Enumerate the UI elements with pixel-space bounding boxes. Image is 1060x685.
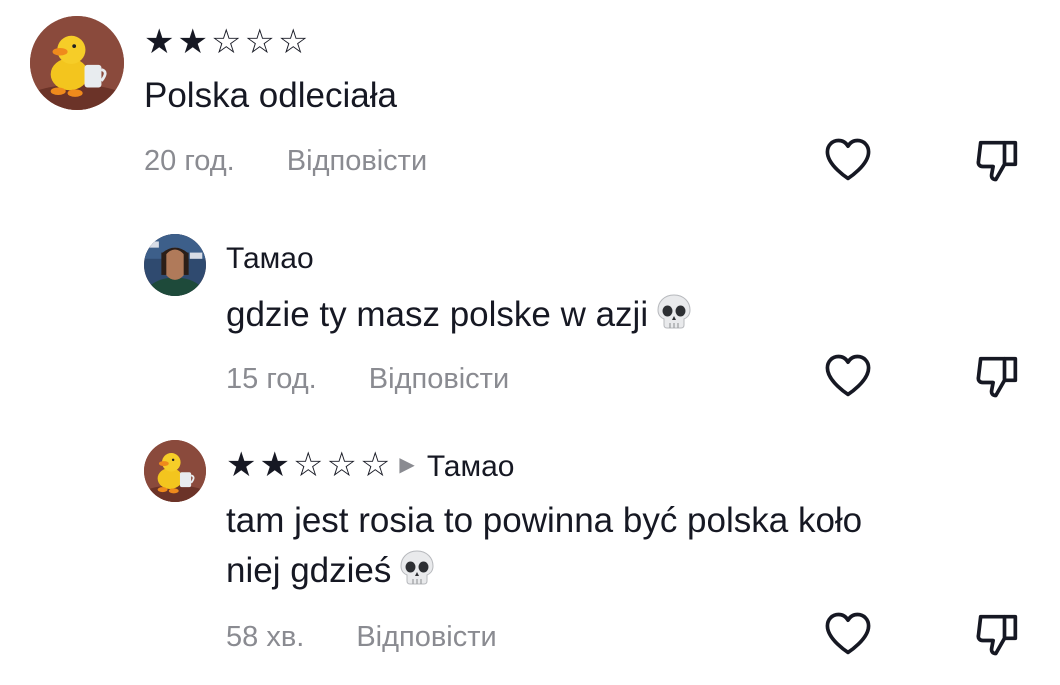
comment-header: ★★☆☆☆ ▶ Тамао (226, 448, 514, 484)
timestamp: 20 год. (144, 145, 235, 177)
like-button[interactable] (822, 134, 874, 186)
star-empty-icon: ☆ (210, 23, 245, 61)
comment-text: gdzie ty masz polske w azji (226, 290, 694, 340)
like-button[interactable] (822, 350, 874, 402)
comment-text-line: gdzie ty masz polske w azji (226, 295, 649, 334)
star-filled-icon: ★ (259, 446, 293, 484)
thumbs-down-outline-icon (976, 614, 1018, 656)
comment-meta: 20 год. Відповісти (144, 147, 427, 176)
skull-emoji (654, 292, 694, 332)
heart-outline-icon (825, 138, 871, 181)
star-empty-icon: ☆ (244, 23, 278, 61)
star-rating: ★★☆☆☆ (226, 446, 393, 484)
thumbs-down-outline-icon (976, 356, 1018, 398)
dislike-button[interactable] (972, 350, 1024, 402)
star-empty-icon: ☆ (277, 23, 312, 61)
comment-text-line: tam jest rosia to powinna być polska koł… (226, 501, 863, 540)
comment-text-line: niej gdzieś (226, 551, 392, 590)
timestamp: 58 хв. (226, 621, 305, 653)
comment-meta: 58 хв. Відповісти (226, 623, 497, 652)
avatar[interactable] (30, 16, 124, 110)
star-rating: ★★☆☆☆ (144, 25, 311, 59)
dislike-button[interactable] (972, 608, 1024, 660)
comment-text-line: Polska odleciała (144, 76, 397, 115)
skull-emoji (397, 548, 437, 588)
star-filled-icon: ★ (177, 23, 211, 61)
star-empty-icon: ☆ (326, 446, 360, 484)
reply-button[interactable]: Відповісти (369, 363, 509, 395)
thumbs-down-outline-icon (976, 140, 1018, 182)
comment-text: tam jest rosia to powinna być polska koł… (226, 496, 862, 596)
star-empty-icon: ☆ (359, 446, 394, 484)
heart-outline-icon (825, 354, 871, 397)
star-empty-icon: ☆ (292, 446, 327, 484)
caret-right-icon: ▶ (399, 454, 415, 476)
avatar[interactable] (144, 440, 206, 502)
reply-button[interactable]: Відповісти (287, 145, 427, 177)
heart-outline-icon (825, 612, 871, 655)
dislike-button[interactable] (972, 134, 1024, 186)
username[interactable]: Тамао (226, 244, 314, 274)
like-button[interactable] (822, 608, 874, 660)
avatar[interactable] (144, 234, 206, 296)
star-filled-icon: ★ (226, 446, 260, 484)
reply-button[interactable]: Відповісти (356, 621, 496, 653)
comment-text: Polska odleciała (144, 71, 397, 121)
reply-to-username[interactable]: Тамао (427, 450, 515, 483)
star-filled-icon: ★ (144, 23, 178, 61)
comment-meta: 15 год. Відповісти (226, 365, 509, 394)
comment-text-line-wrap: niej gdzieś (226, 546, 862, 596)
timestamp: 15 год. (226, 363, 317, 395)
